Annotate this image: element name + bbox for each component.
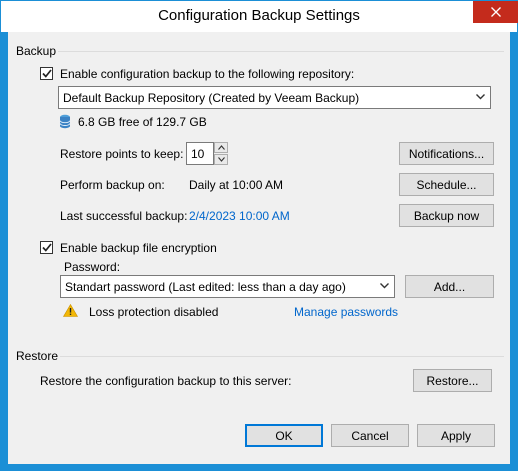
perform-backup-label: Perform backup on: <box>60 178 165 192</box>
close-button[interactable] <box>473 1 518 23</box>
encryption-checkbox[interactable] <box>40 241 53 254</box>
chevron-down-icon <box>380 283 389 289</box>
close-icon <box>490 7 501 17</box>
add-password-button[interactable]: Add... <box>405 275 494 298</box>
backup-now-button[interactable]: Backup now <box>399 204 494 227</box>
restore-points-label: Restore points to keep: <box>60 147 184 161</box>
encryption-label[interactable]: Enable backup file encryption <box>60 241 217 255</box>
free-space-text: 6.8 GB free of 129.7 GB <box>78 115 207 129</box>
restore-group-divider <box>60 356 504 357</box>
spin-up-icon <box>217 145 225 150</box>
backup-group-label: Backup <box>16 44 57 58</box>
ok-button[interactable]: OK <box>245 424 323 447</box>
spin-down-icon <box>217 157 225 162</box>
dialog-window: Configuration Backup Settings Backup Ena… <box>0 0 518 471</box>
password-select[interactable]: Standart password (Last edited: less tha… <box>60 275 395 298</box>
restore-group-label: Restore <box>16 349 59 363</box>
password-label: Password: <box>64 260 121 274</box>
last-backup-value: 2/4/2023 10:00 AM <box>189 209 290 223</box>
restore-points-value: 10 <box>191 146 205 161</box>
notifications-button[interactable]: Notifications... <box>399 142 494 165</box>
database-icon <box>59 114 71 129</box>
window-title: Configuration Backup Settings <box>158 7 360 24</box>
perform-backup-value: Daily at 10:00 AM <box>189 178 284 192</box>
apply-button[interactable]: Apply <box>417 424 495 447</box>
title-bar: Configuration Backup Settings <box>1 1 518 32</box>
restore-description: Restore the configuration backup to this… <box>40 374 292 388</box>
cancel-button[interactable]: Cancel <box>331 424 409 447</box>
dialog-content: Backup Enable configuration backup to th… <box>8 32 510 464</box>
password-select-value: Standart password (Last edited: less tha… <box>65 279 346 294</box>
backup-group-divider <box>58 51 504 52</box>
warning-icon <box>63 304 78 317</box>
chevron-down-icon <box>476 94 485 100</box>
warning-text: Loss protection disabled <box>89 305 219 319</box>
schedule-button[interactable]: Schedule... <box>399 173 494 196</box>
manage-passwords-link[interactable]: Manage passwords <box>294 305 398 319</box>
last-backup-label: Last successful backup: <box>60 209 188 223</box>
restore-points-up[interactable] <box>214 142 228 153</box>
checkmark-icon <box>41 243 52 252</box>
restore-points-input[interactable]: 10 <box>186 142 214 165</box>
checkmark-icon <box>41 69 52 78</box>
restore-points-down[interactable] <box>214 154 228 165</box>
repository-select[interactable]: Default Backup Repository (Created by Ve… <box>58 86 491 109</box>
repository-select-value: Default Backup Repository (Created by Ve… <box>63 90 360 105</box>
restore-button[interactable]: Restore... <box>413 369 492 392</box>
enable-backup-label[interactable]: Enable configuration backup to the follo… <box>60 67 354 81</box>
enable-backup-checkbox[interactable] <box>40 67 53 80</box>
